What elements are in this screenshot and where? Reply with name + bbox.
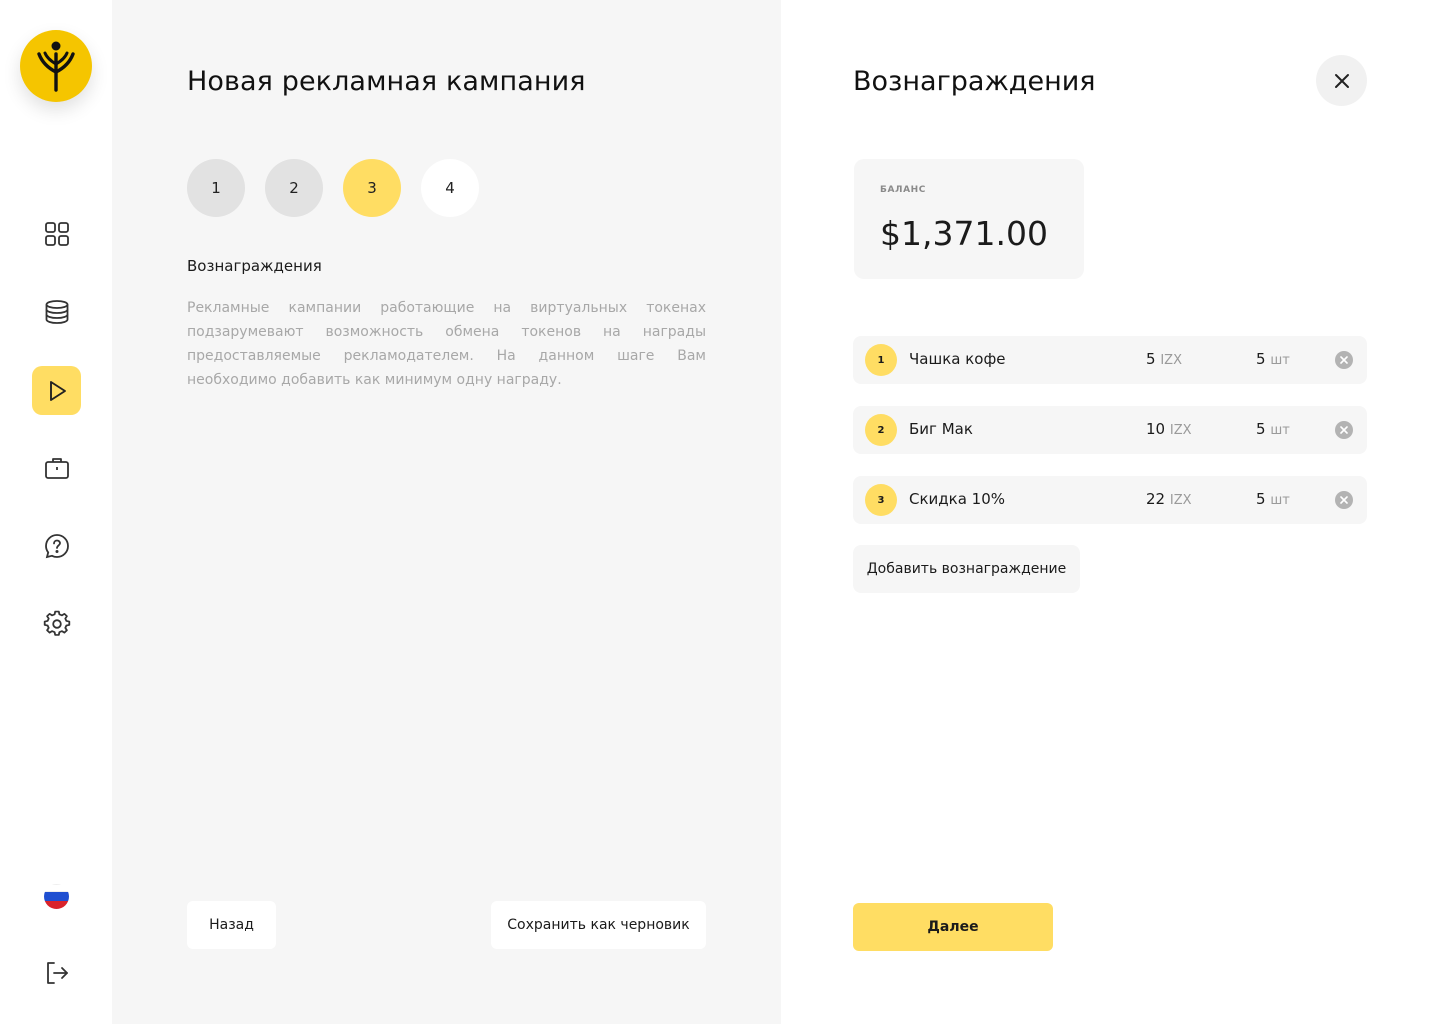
close-icon <box>1334 73 1349 88</box>
rewards-panel-title: Вознаграждения <box>853 66 1096 97</box>
step-2[interactable]: 2 <box>265 159 323 217</box>
step-section-title: Вознаграждения <box>187 257 322 275</box>
reward-quantity-unit: шт <box>1270 493 1290 508</box>
close-button[interactable] <box>1316 55 1367 106</box>
step-section-description: Рекламные кампании работающие на виртуал… <box>187 300 706 388</box>
save-draft-button[interactable]: Сохранить как черновик <box>491 901 706 949</box>
reward-row[interactable]: 3 Скидка 10% 22 IZX 5 шт <box>853 476 1367 524</box>
nav-settings[interactable] <box>32 599 81 648</box>
reward-name: Скидка 10% <box>909 490 1006 508</box>
reward-quantity-value: 5 <box>1256 490 1266 508</box>
nav-dashboard[interactable] <box>32 209 81 258</box>
reward-price-unit: IZX <box>1160 353 1182 368</box>
campaign-wizard-panel: Новая рекламная кампания 1 2 3 4 Вознагр… <box>112 0 781 1024</box>
nav-database[interactable] <box>32 287 81 336</box>
reward-price: 10 IZX <box>1146 420 1192 438</box>
reward-price-unit: IZX <box>1169 423 1192 438</box>
reward-price: 5 IZX <box>1146 350 1182 368</box>
gear-icon <box>43 610 70 636</box>
reward-quantity: 5 шт <box>1256 490 1290 508</box>
step-4[interactable]: 4 <box>421 159 479 217</box>
reward-quantity-unit: шт <box>1270 353 1290 368</box>
page-title: Новая рекламная кампания <box>187 66 586 97</box>
dashboard-grid-icon <box>44 221 69 246</box>
reward-quantity: 5 шт <box>1256 420 1290 438</box>
reward-price-value: 22 <box>1146 490 1166 508</box>
reward-name: Чашка кофе <box>909 350 1006 368</box>
logout-icon <box>46 961 68 984</box>
reward-number: 3 <box>865 484 897 516</box>
remove-x-icon <box>1340 426 1348 434</box>
reward-price-value: 5 <box>1146 350 1156 368</box>
reward-row[interactable]: 1 Чашка кофе 5 IZX 5 шт <box>853 336 1367 384</box>
balance-card: БАЛАНС $1,371.00 <box>854 159 1084 279</box>
app-logo[interactable] <box>20 30 92 102</box>
nav-campaigns[interactable] <box>32 366 81 415</box>
database-icon <box>45 299 68 324</box>
remove-reward-button[interactable] <box>1335 421 1353 439</box>
back-button[interactable]: Назад <box>187 901 276 949</box>
nav-briefcase[interactable] <box>32 443 81 492</box>
remove-x-icon <box>1340 356 1348 364</box>
play-icon <box>49 380 66 401</box>
briefcase-icon <box>44 457 69 479</box>
reward-quantity: 5 шт <box>1256 350 1290 368</box>
remove-x-icon <box>1340 496 1348 504</box>
reward-number: 2 <box>865 414 897 446</box>
step-1[interactable]: 1 <box>187 159 245 217</box>
reward-quantity-value: 5 <box>1256 420 1266 438</box>
reward-number: 1 <box>865 344 897 376</box>
logo-tree-icon <box>37 41 75 92</box>
step-3[interactable]: 3 <box>343 159 401 217</box>
nav-help[interactable] <box>32 521 81 570</box>
reward-price-value: 10 <box>1146 420 1166 438</box>
reward-quantity-value: 5 <box>1256 350 1266 368</box>
add-reward-button[interactable]: Добавить вознаграждение <box>853 545 1080 593</box>
remove-reward-button[interactable] <box>1335 351 1353 369</box>
reward-price-unit: IZX <box>1169 493 1192 508</box>
balance-label: БАЛАНС <box>880 185 927 195</box>
help-chat-icon <box>44 533 69 558</box>
balance-value: $1,371.00 <box>880 214 1048 253</box>
reward-row[interactable]: 2 Биг Мак 10 IZX 5 шт <box>853 406 1367 454</box>
reward-quantity-unit: шт <box>1270 423 1290 438</box>
russian-flag-icon[interactable] <box>44 884 69 909</box>
remove-reward-button[interactable] <box>1335 491 1353 509</box>
sidebar <box>0 0 112 1024</box>
reward-price: 22 IZX <box>1146 490 1192 508</box>
next-button[interactable]: Далее <box>853 903 1053 951</box>
nav-logout[interactable] <box>32 948 81 997</box>
reward-name: Биг Мак <box>909 420 973 438</box>
